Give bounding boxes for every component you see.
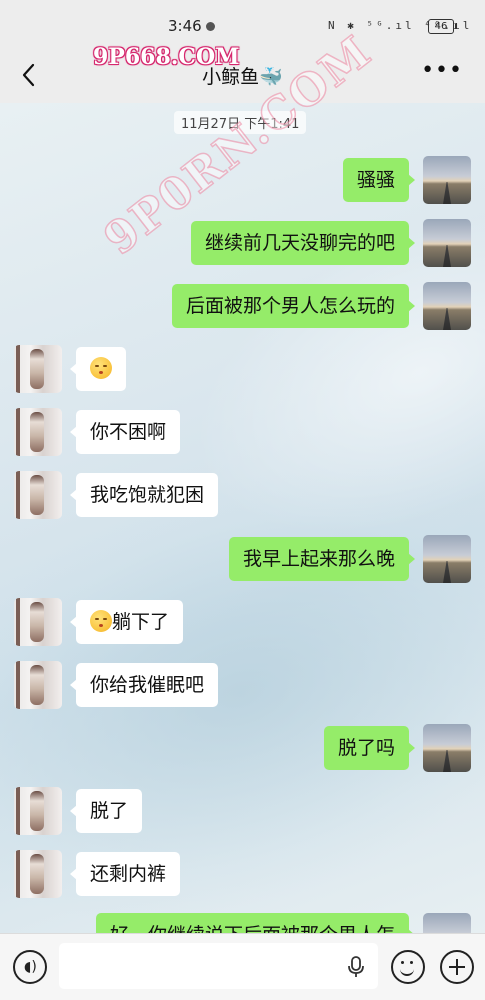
message-bubble[interactable]: 后面被那个男人怎么玩的 [171, 284, 416, 328]
sleepy-face-emoji-icon [90, 610, 112, 632]
message-bubble[interactable]: 我早上起来那么晚 [228, 537, 416, 581]
my-avatar[interactable] [423, 913, 471, 933]
message-bubble[interactable]: 你不困啊 [69, 410, 181, 454]
message-bubble[interactable]: 你给我催眠吧 [69, 663, 219, 707]
status-bar: 3:46 N ✱ ⁵ᴳ.ıl ⁴ᴳ.ıl 46 [0, 0, 485, 48]
chat-title: 小鲸鱼🐳 [202, 66, 283, 88]
contact-avatar[interactable] [14, 408, 62, 456]
message-bubble[interactable]: 脱了吗 [323, 726, 416, 770]
contact-avatar[interactable] [14, 787, 62, 835]
message-input[interactable] [59, 943, 378, 989]
microphone-icon[interactable] [347, 956, 365, 978]
contact-avatar[interactable] [14, 661, 62, 709]
more-options-icon[interactable]: ••• [421, 58, 463, 83]
message-row: 继续前几天没聊完的吧 [0, 219, 485, 267]
message-row: 脱了吗 [0, 724, 485, 772]
emoji-icon[interactable] [391, 950, 425, 984]
my-avatar[interactable] [423, 156, 471, 204]
plus-icon[interactable] [440, 950, 474, 984]
message-bubble[interactable]: 脱了 [69, 789, 143, 833]
contact-avatar[interactable] [14, 471, 62, 519]
message-row: 我早上起来那么晚 [0, 535, 485, 583]
my-avatar[interactable] [423, 219, 471, 267]
sound-wave-icon: ◖) [24, 959, 37, 975]
watermark-top: 9P668.COM [93, 44, 240, 70]
message-bubble[interactable]: 我吃饱就犯困 [69, 473, 219, 517]
contact-avatar[interactable] [14, 598, 62, 646]
message-bubble[interactable]: 骚骚 [342, 158, 416, 202]
message-row: 我吃饱就犯困 [0, 471, 485, 519]
input-bar: ◖) [0, 933, 485, 1000]
message-row: 你给我催眠吧 [0, 661, 485, 709]
contact-avatar[interactable] [14, 345, 62, 393]
voice-icon[interactable]: ◖) [13, 950, 47, 984]
shield-icon [206, 22, 215, 31]
status-time: 3:46 [168, 17, 202, 35]
message-bubble[interactable]: 继续前几天没聊完的吧 [190, 221, 416, 265]
message-text: 躺下了 [112, 611, 170, 633]
my-avatar[interactable] [423, 724, 471, 772]
message-bubble[interactable]: 还剩内裤 [69, 852, 181, 896]
my-avatar[interactable] [423, 535, 471, 583]
message-row: 后面被那个男人怎么玩的 [0, 282, 485, 330]
message-bubble[interactable] [70, 347, 126, 391]
message-row: 躺下了 [0, 598, 485, 646]
message-row: 好，你继续说下后面被那个男人怎 [0, 913, 485, 933]
message-bubble[interactable]: 躺下了 [69, 600, 184, 644]
message-row: 脱了 [0, 787, 485, 835]
kissing-face-emoji-icon [90, 357, 112, 379]
message-row: 你不困啊 [0, 408, 485, 456]
message-bubble[interactable]: 好，你继续说下后面被那个男人怎 [95, 913, 416, 933]
message-row: 还剩内裤 [0, 850, 485, 898]
nav-bar: 小鲸鱼🐳 ••• [0, 48, 485, 103]
contact-avatar[interactable] [14, 850, 62, 898]
message-row [0, 345, 485, 393]
my-avatar[interactable] [423, 282, 471, 330]
battery-icon: 46 [428, 19, 457, 34]
